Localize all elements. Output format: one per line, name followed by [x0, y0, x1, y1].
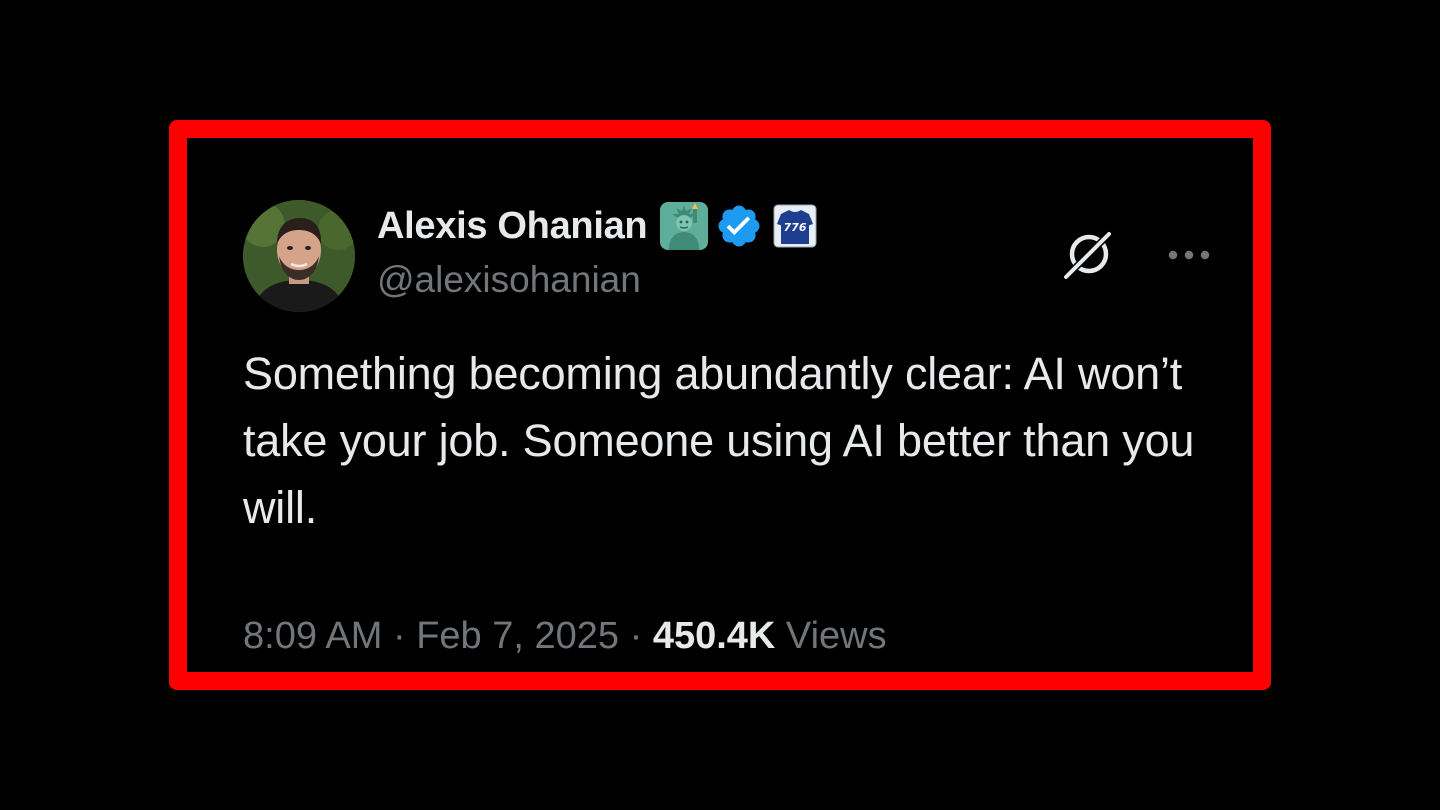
more-options-icon[interactable]	[1165, 244, 1213, 266]
tweet-metadata: 8:09 AM · Feb 7, 2025 · 450.4K Views	[243, 610, 887, 662]
statue-of-liberty-icon	[659, 201, 709, 251]
views-count[interactable]: 450.4K	[653, 615, 776, 657]
avatar[interactable]	[243, 200, 355, 312]
avatar-portrait-icon	[243, 200, 355, 312]
views-label: Views	[785, 615, 887, 657]
grok-icon[interactable]	[1061, 228, 1115, 282]
tweet-text: Something becoming abundantly clear: AI …	[243, 348, 1195, 533]
jersey-776-icon: 776	[773, 204, 817, 248]
highlight-frame: Alexis Ohanian 776 @alexisohanian Someth…	[169, 120, 1271, 690]
svg-text:776: 776	[784, 221, 807, 234]
meta-separator: ·	[392, 615, 406, 657]
author-identity: Alexis Ohanian 776 @alexisohanian	[377, 198, 817, 306]
tweet-time[interactable]: 8:09 AM	[243, 615, 382, 657]
author-handle[interactable]: @alexisohanian	[377, 254, 817, 306]
tweet-card[interactable]: Alexis Ohanian 776 @alexisohanian Someth…	[243, 182, 1213, 657]
tweet-date[interactable]: Feb 7, 2025	[416, 615, 619, 657]
name-row: Alexis Ohanian 776	[377, 198, 817, 254]
author-name[interactable]: Alexis Ohanian	[377, 198, 648, 254]
meta-separator: ·	[629, 615, 643, 657]
verified-badge-icon[interactable]	[715, 202, 763, 250]
